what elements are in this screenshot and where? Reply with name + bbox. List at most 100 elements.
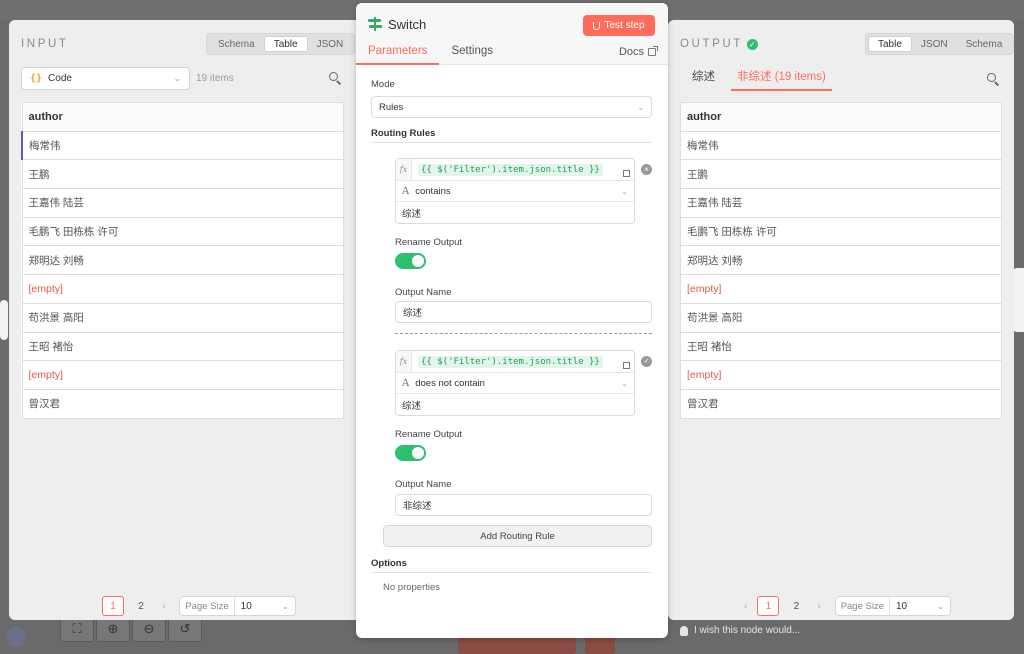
output-tab-non-review[interactable]: 非综述 (19 items) bbox=[731, 66, 832, 91]
page-size-value: 10 bbox=[240, 600, 252, 612]
rule-operator-select[interactable]: A contains ⌄ bbox=[396, 181, 634, 202]
string-type-icon: A bbox=[402, 185, 410, 197]
input-title: INPUT bbox=[21, 38, 69, 50]
table-cell[interactable]: 苟洪景 高阳 bbox=[680, 302, 1002, 333]
test-step-label: Test step bbox=[604, 20, 645, 31]
tab-settings[interactable]: Settings bbox=[439, 45, 505, 65]
table-cell[interactable]: [empty] bbox=[680, 360, 1002, 390]
table-cell[interactable]: [empty] bbox=[21, 274, 344, 304]
rule-value: 综述 bbox=[402, 400, 422, 412]
table-cell[interactable]: 毛鹏飞 田栋栋 许可 bbox=[21, 216, 344, 247]
external-link-icon bbox=[648, 46, 658, 56]
mode-label: Mode bbox=[371, 79, 395, 90]
rename-output-toggle[interactable] bbox=[395, 445, 426, 461]
page-button[interactable]: 2 bbox=[130, 596, 152, 616]
chevron-down-icon: ⌄ bbox=[621, 186, 628, 196]
rename-output-toggle[interactable] bbox=[395, 253, 426, 269]
canvas-delete-button bbox=[585, 636, 615, 654]
table-cell[interactable]: 毛鹏飞 田栋栋 许可 bbox=[680, 216, 1002, 247]
output-name-input[interactable]: 非综述 bbox=[395, 494, 652, 516]
table-cell[interactable]: 王昭 褚怡 bbox=[680, 331, 1002, 362]
rule-expression-field[interactable]: fx {{ $('Filter').item.json.title }} bbox=[396, 159, 634, 181]
test-step-button[interactable]: Test step bbox=[583, 15, 655, 36]
output-name-input[interactable]: 综述 bbox=[395, 301, 652, 323]
output-view-switcher: Table JSON Schema bbox=[865, 33, 1015, 55]
rule-check-icon[interactable]: ✓ bbox=[641, 356, 652, 367]
table-cell[interactable]: 王昭 褚怡 bbox=[21, 331, 344, 362]
page-size-select[interactable]: Page Size 10 ⌄ bbox=[179, 596, 296, 616]
table-cell[interactable]: 王鹏 bbox=[680, 159, 1002, 190]
table-cell[interactable]: 苟洪景 高阳 bbox=[21, 302, 344, 333]
table-cell[interactable]: 曾汉君 bbox=[21, 388, 344, 419]
tab-parameters[interactable]: Parameters bbox=[356, 45, 440, 65]
success-check-icon: ✓ bbox=[746, 39, 758, 50]
output-view-table[interactable]: Table bbox=[868, 36, 912, 52]
table-cell[interactable]: [empty] bbox=[21, 360, 344, 390]
left-drag-handle[interactable] bbox=[0, 300, 8, 340]
canvas-avatar bbox=[6, 627, 26, 647]
mode-value: Rules bbox=[379, 101, 404, 113]
prev-page-icon[interactable]: ‹ bbox=[740, 601, 751, 612]
rename-output-label: Rename Output bbox=[395, 429, 463, 440]
next-page-icon[interactable]: › bbox=[813, 601, 824, 612]
table-cell[interactable]: 梅常伟 bbox=[680, 130, 1002, 161]
node-title: Switch bbox=[388, 17, 427, 32]
output-view-schema[interactable]: Schema bbox=[957, 36, 1012, 52]
chevron-down-icon: ⌄ bbox=[281, 601, 289, 611]
feedback-link[interactable]: I wish this node would... bbox=[680, 625, 800, 636]
output-title-text: OUTPUT bbox=[680, 38, 743, 50]
table-cell[interactable]: 曾汉君 bbox=[680, 388, 1002, 419]
expand-icon[interactable] bbox=[623, 170, 630, 177]
input-node-name: Code bbox=[48, 73, 72, 84]
output-pagination: ‹ 1 2 › Page Size 10 ⌄ bbox=[740, 596, 951, 616]
rule-value-field[interactable]: 综述 bbox=[396, 394, 634, 415]
input-items-count: 19 items bbox=[196, 73, 234, 84]
output-tab-review[interactable]: 综述 bbox=[686, 66, 721, 91]
table-cell[interactable]: 王嘉伟 陆芸 bbox=[680, 188, 1002, 218]
table-cell[interactable]: 王嘉伟 陆芸 bbox=[21, 188, 344, 218]
page-button[interactable]: 1 bbox=[102, 596, 124, 616]
output-branch-tabs: 综述 非综述 (19 items) bbox=[686, 66, 832, 91]
feedback-text: I wish this node would... bbox=[694, 625, 801, 636]
right-drag-handle[interactable] bbox=[1013, 268, 1024, 332]
no-properties-text: No properties bbox=[383, 582, 441, 593]
table-cell[interactable]: 郑明达 刘畅 bbox=[21, 245, 344, 276]
page-size-select[interactable]: Page Size 10 ⌄ bbox=[834, 596, 951, 616]
search-icon[interactable] bbox=[987, 73, 1000, 86]
input-view-table[interactable]: Table bbox=[263, 36, 308, 52]
table-cell[interactable]: [empty] bbox=[680, 274, 1002, 304]
page-size-label: Page Size bbox=[180, 597, 235, 615]
chevron-down-icon: ⌄ bbox=[173, 73, 181, 83]
rule-expression-field[interactable]: fx {{ $('Filter').item.json.title }} bbox=[396, 351, 634, 373]
page-button[interactable]: 1 bbox=[757, 596, 780, 616]
input-view-json[interactable]: JSON bbox=[308, 36, 353, 52]
docs-label: Docs bbox=[618, 46, 644, 58]
remove-rule-icon[interactable]: × bbox=[641, 164, 652, 175]
chevron-down-icon: ⌄ bbox=[621, 378, 628, 388]
rule-operator: contains bbox=[415, 185, 451, 197]
docs-link[interactable]: Docs bbox=[618, 46, 658, 58]
output-panel: OUTPUT ✓ Table JSON Schema 综述 非综述 (19 ite… bbox=[668, 20, 1015, 620]
input-pagination: 1 2 › Page Size 10 ⌄ bbox=[102, 596, 296, 616]
output-view-json[interactable]: JSON bbox=[912, 36, 957, 52]
expand-icon[interactable] bbox=[623, 362, 630, 369]
next-page-icon[interactable]: › bbox=[158, 601, 169, 612]
rule-operator: does not contain bbox=[415, 377, 485, 389]
mode-select[interactable]: Rules ⌄ bbox=[371, 96, 652, 118]
page-button[interactable]: 2 bbox=[785, 596, 807, 616]
lightbulb-icon bbox=[680, 625, 688, 636]
input-node-select[interactable]: {} Code ⌄ bbox=[21, 67, 190, 90]
node-header: Switch Test step Parameters Settings Doc… bbox=[356, 3, 668, 65]
table-cell[interactable]: 郑明达 刘畅 bbox=[680, 245, 1002, 276]
options-label: Options bbox=[371, 558, 652, 573]
rule-value-field[interactable]: 综述 bbox=[396, 202, 634, 223]
rule-expression: {{ $('Filter').item.json.title }} bbox=[418, 163, 603, 176]
routing-rules-label: Routing Rules bbox=[371, 128, 652, 143]
table-cell[interactable]: 梅常伟 bbox=[21, 130, 344, 161]
rule-operator-select[interactable]: A does not contain ⌄ bbox=[396, 373, 634, 394]
input-view-schema[interactable]: Schema bbox=[209, 36, 264, 52]
table-cell[interactable]: 王鹏 bbox=[21, 159, 344, 190]
node-settings-modal: Switch Test step Parameters Settings Doc… bbox=[356, 3, 668, 638]
search-icon[interactable] bbox=[329, 72, 342, 85]
add-routing-rule-button[interactable]: Add Routing Rule bbox=[383, 525, 652, 547]
